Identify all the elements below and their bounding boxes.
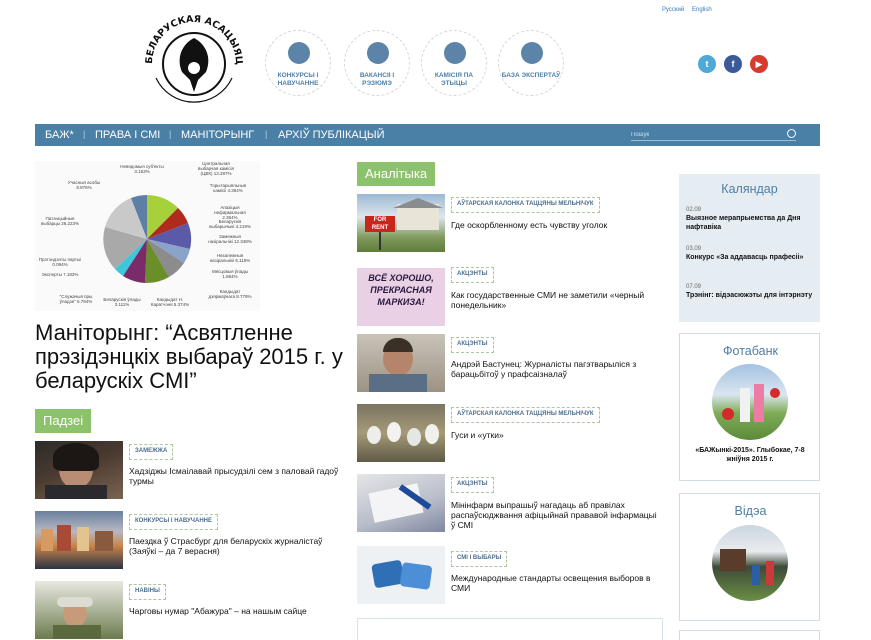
nav-item-monitoring[interactable]: МАНІТОРЫНГ [181,129,254,141]
pie-label: "Служачыя пры ўладзе" 5.794% [59,294,93,304]
pie-label: Мясцовыя ўлады 1.864% [211,269,248,279]
youtube-icon[interactable]: ▶ [750,55,768,73]
calendar-panel: Каляндар 02.09 Выязное мерапрыемства да … [679,174,820,322]
pie-label: Эксперты 7.183% [41,272,79,277]
calendar-event[interactable]: Выязное мерапрыемства да Дня нафтавіка [686,215,814,232]
news-title[interactable]: Гуси и «утки» [451,430,656,440]
nav-item-baj[interactable]: БАЖ* [45,129,74,141]
photobank-title[interactable]: Фотабанк [680,344,821,358]
next-article-card[interactable] [357,618,663,640]
news-title[interactable]: Чарговы нумар "Абажура" – на нашым сайце [129,606,344,616]
news-category-tag[interactable]: ЗАМЕЖЖА [129,444,174,460]
photobank-panel: Фотабанк «БАЖынкі-2015». Глыбокае, 7-8 ж… [679,333,820,481]
nav-separator: | [265,129,268,139]
page: БЕЛАРУСКАЯ АСАЦЫЯЦЫЯ ЖУРНАЛІСТАЎ Русский… [0,0,871,640]
news-category-tag[interactable]: СМІ І ВЫБАРЫ [451,551,508,567]
news-category-tag[interactable]: КОНКУРСЫ І НАВУЧАННЕ [129,514,218,530]
search-box [631,129,796,141]
pie-label: Беларускія ўлады 3.111% [103,297,141,307]
nav-separator: | [169,129,172,139]
pie-label: Невядомыя суб'екты 3.163% [120,164,164,174]
lang-russian[interactable]: Русский [662,7,684,13]
photobank-caption[interactable]: «БАЖынкі-2015». Глыбокае, 7-8 жніўня 201… [688,447,812,464]
news-image[interactable] [35,511,123,569]
experts-base-button[interactable]: БАЗА ЭКСПЕРТАЎ [498,30,564,96]
news-image[interactable] [357,404,445,462]
pie-label: Цэнтральная выбарчая камісія (ЦВК) 13.28… [198,161,234,176]
pie-label: Беларускія выбаршчыкі 4.219% [209,219,251,229]
news-title[interactable]: Паездка ў Страсбург для беларускіх журна… [129,536,349,556]
news-category-tag[interactable]: НАВІНЫ [129,584,166,600]
people-icon [444,42,466,64]
search-icon[interactable] [787,129,796,138]
pie-label: Учасныя асобы 8.876% [67,180,101,190]
news-title[interactable]: Международные стандарты освещения выборо… [451,573,656,593]
calendar-event[interactable]: Конкурс «За аддавасць прафесіі» [686,254,814,263]
news-image[interactable] [35,581,123,639]
experts-base-label: БАЗА ЭКСПЕРТАЎ [501,72,561,79]
slogan-image-text: ВСЁ ХОРОШО, ПРЕКРАСНАЯ МАРКИЗА! [368,273,434,307]
video-title[interactable]: Відэа [680,504,821,518]
news-title[interactable]: Мінінфарм выпрашыў нагадаць аб правілах … [451,500,663,530]
main-nav: БАЖ* | ПРАВА І СМІ | МАНІТОРЫНГ | АРХІЎ … [35,124,820,146]
news-image[interactable]: FOR RENT [357,194,445,252]
pie-label: Тэрытарыяльныя камісіі 4.364% [209,183,247,193]
pie-label: Апазіцыя нефармальная 2.364% [214,205,246,220]
nav-item-rights-media[interactable]: ПРАВА І СМІ [95,129,160,141]
news-image[interactable] [357,334,445,392]
pie-label: Кандыдат Н. Каратчэня 5.374% [150,297,190,307]
pencil-icon [367,42,389,64]
analytics-section-title: Аналітыка [357,162,436,186]
news-category-tag[interactable]: АЎТАРСКАЯ КАЛОНКА ТАЦЦЯНЫ МЕЛЬНІЧУК [451,407,600,423]
news-title[interactable]: Хадзіджы Ісмаілавай прысудзілі сем з пал… [129,466,344,486]
nav-separator: | [83,129,86,139]
pie-label: Кандыдат дзяржаўнага 8.779% [208,289,252,299]
calendar-date: 07.09 [686,284,702,290]
news-title[interactable]: Андрэй Бастунец: Журналісты пагэтварыліс… [451,359,663,379]
calendar-date: 03.09 [686,246,702,252]
folder-icon [521,42,543,64]
news-title[interactable]: Как государственные СМИ не заметили «чер… [451,290,656,310]
next-side-panel [679,630,820,640]
contests-training-button[interactable]: КОНКУРСЫ І НАВУЧАННЕ [265,30,331,96]
vacancies-label: ВАКАНСІІ І РЭЗЮМЭ [359,72,395,87]
video-thumbnail[interactable] [712,525,788,601]
news-image[interactable] [35,441,123,499]
nav-item-archive[interactable]: АРХІЎ ПУБЛІКАЦЫЙ [278,129,385,141]
news-category-tag[interactable]: АКЦЭНТЫ [451,477,494,493]
video-panel: Відэа [679,493,820,621]
search-input[interactable] [631,129,781,140]
news-category-tag[interactable]: АКЦЭНТЫ [451,337,494,353]
monitoring-pie-image[interactable]: Невядомыя суб'екты 3.163% Цэнтральная вы… [35,161,260,311]
feature-headline[interactable]: Маніторынг: “Асвятленне прэзідэнцкіх выб… [35,321,355,393]
calendar-title[interactable]: Каляндар [679,182,820,196]
pie-label: Замежныя назіральнікі 12.348% [208,234,252,244]
news-category-tag[interactable]: АЎТАРСКАЯ КАЛОНКА ТАЦЦЯНЫ МЕЛЬНІЧУК [451,197,600,213]
news-image[interactable]: ВСЁ ХОРОШО, ПРЕКРАСНАЯ МАРКИЗА! [357,268,445,326]
events-section-title: Падзеі [35,409,92,433]
news-image[interactable] [357,474,445,532]
ethics-commission-button[interactable]: КАМІСІЯ ПА ЭТЫЦЫ [421,30,487,96]
news-category-tag[interactable]: АКЦЭНТЫ [451,267,494,283]
disc-icon [288,42,310,64]
news-image[interactable] [357,546,445,604]
facebook-icon[interactable]: f [724,55,742,73]
pie-label: Незалежныя назіральнікі 6.119% [209,253,251,263]
lang-english[interactable]: English [692,7,712,13]
news-title[interactable]: Где оскорбленному есть чувству уголок [451,220,656,230]
for-rent-sign: FOR RENT [365,216,395,232]
vacancies-button[interactable]: ВАКАНСІІ І РЭЗЮМЭ [344,30,410,96]
calendar-event[interactable]: Трэнінг: відэасюжэты для інтэрнэту [686,292,814,301]
pie-label: Патэнцыйныя выбарцы 26.223% [41,216,79,226]
ethics-commission-label: КАМІСІЯ ПА ЭТЫЦЫ [434,72,474,87]
contests-training-label: КОНКУРСЫ І НАВУЧАННЕ [277,72,319,87]
calendar-date: 02.09 [686,207,702,213]
photobank-image[interactable] [712,364,788,440]
twitter-icon[interactable]: t [698,55,716,73]
baj-logo[interactable]: БЕЛАРУСКАЯ АСАЦЫЯЦЫЯ ЖУРНАЛІСТАЎ [132,0,250,116]
pie-label: Прэтэндэнты партыі 0.094% [38,257,82,267]
